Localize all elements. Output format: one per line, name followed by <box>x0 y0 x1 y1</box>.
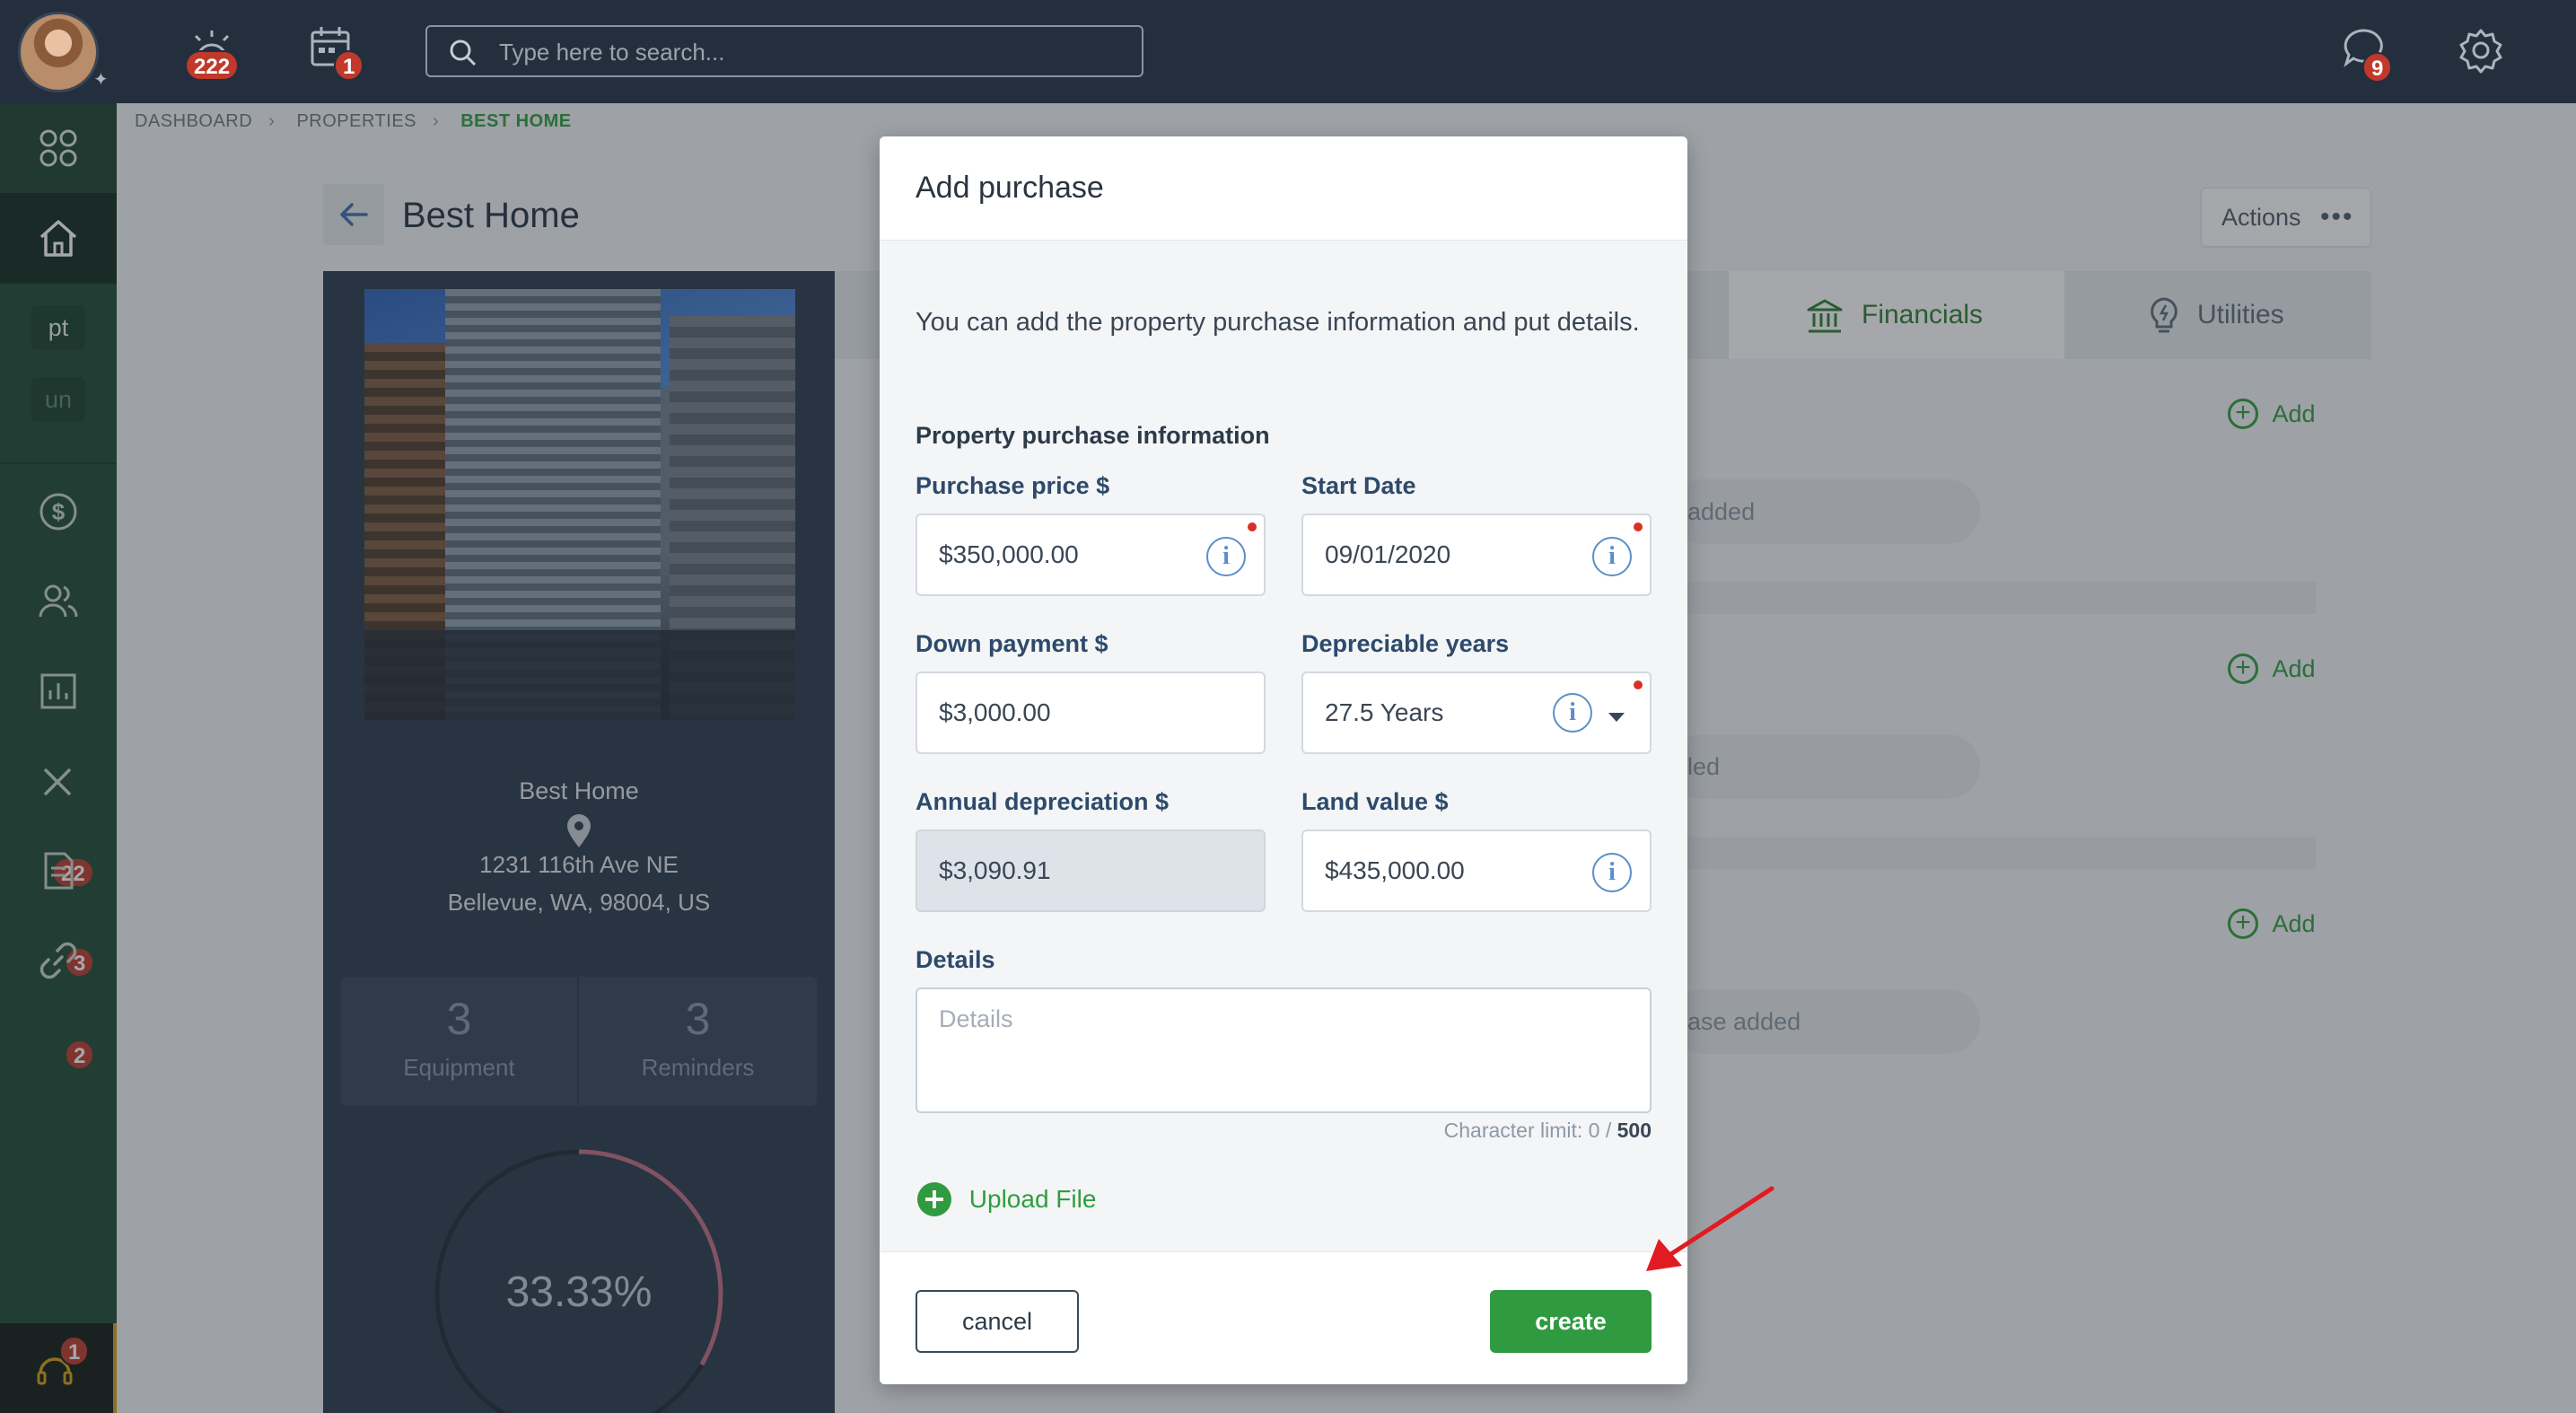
details-label: Details <box>916 946 995 973</box>
purchase-price-value: $350,000.00 <box>939 540 1079 568</box>
down-payment-label: Down payment $ <box>916 630 1108 657</box>
chevron-down-icon <box>1608 713 1625 722</box>
search-icon <box>450 39 477 66</box>
top-bar: ✦ 222 1 9 <box>0 0 2576 103</box>
start-date-label: Start Date <box>1301 472 1416 499</box>
depreciable-years-value: 27.5 Years <box>1325 698 1444 726</box>
info-icon[interactable]: i <box>1206 537 1246 576</box>
info-icon[interactable]: i <box>1592 853 1632 892</box>
info-icon[interactable]: i <box>1592 537 1632 576</box>
annual-depreciation-field: $3,090.91 <box>916 829 1266 912</box>
info-icon[interactable]: i <box>1553 693 1592 733</box>
depreciable-years-label: Depreciable years <box>1301 630 1510 657</box>
calendar-badge: 1 <box>334 50 364 81</box>
user-avatar[interactable] <box>18 12 99 92</box>
character-limit: Character limit: 0 / 500 <box>1444 1119 1652 1143</box>
search-input[interactable] <box>497 34 1126 70</box>
down-payment-field[interactable]: $3,000.00 <box>916 671 1266 754</box>
land-value-label: Land value $ <box>1301 788 1449 815</box>
annotation-arrow-icon <box>1646 1186 1774 1271</box>
land-value-field[interactable]: $435,000.00 i <box>1301 829 1652 912</box>
modal-footer: cancel create <box>880 1251 1687 1384</box>
land-value-value: $435,000.00 <box>1325 856 1465 884</box>
search-box[interactable] <box>425 25 1143 77</box>
cancel-button[interactable]: cancel <box>916 1290 1079 1353</box>
create-button[interactable]: create <box>1490 1290 1652 1353</box>
modal-title: Add purchase <box>916 171 1104 205</box>
details-textarea[interactable] <box>917 989 1650 1111</box>
character-limit-max: 500 <box>1617 1119 1652 1142</box>
purchase-price-label: Purchase price $ <box>916 472 1110 499</box>
details-field[interactable] <box>916 987 1652 1113</box>
annual-depreciation-label: Annual depreciation $ <box>916 788 1170 815</box>
purchase-price-field[interactable]: $350,000.00 i <box>916 513 1266 596</box>
depreciable-years-select[interactable]: 27.5 Years i <box>1301 671 1652 754</box>
start-date-value: 09/01/2020 <box>1325 540 1451 568</box>
required-indicator <box>1634 680 1643 689</box>
required-indicator <box>1248 522 1257 531</box>
down-payment-value: $3,000.00 <box>939 698 1051 726</box>
modal-description: You can add the property purchase inform… <box>916 308 1640 337</box>
required-indicator <box>1634 522 1643 531</box>
pin-icon: ✦ <box>93 70 109 90</box>
messages-badge: 9 <box>2362 52 2393 83</box>
modal-header: Add purchase <box>880 136 1687 241</box>
plus-circle-icon <box>917 1181 951 1216</box>
gear-icon[interactable] <box>2454 23 2508 77</box>
add-purchase-modal: Add purchase You can add the property pu… <box>880 136 1687 1384</box>
section-title: Property purchase information <box>916 422 1270 449</box>
annual-depreciation-value: $3,090.91 <box>939 856 1051 884</box>
upload-file-label: Upload File <box>968 1184 1097 1213</box>
start-date-field[interactable]: 09/01/2020 i <box>1301 513 1652 596</box>
upload-file-button[interactable]: Upload File <box>916 1178 1096 1217</box>
character-limit-text: Character limit: 0 / <box>1443 1119 1617 1142</box>
alerts-badge: 222 <box>185 50 240 81</box>
